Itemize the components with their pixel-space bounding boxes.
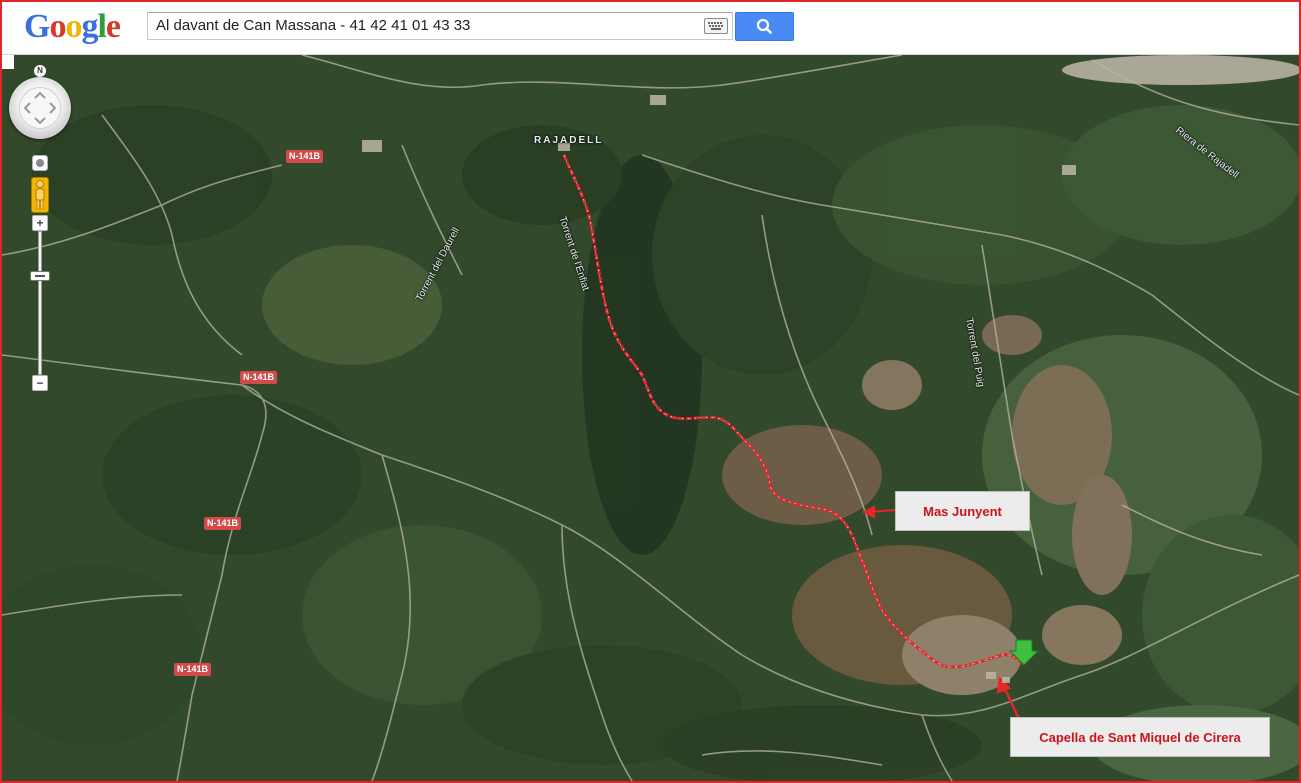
pan-control-icon[interactable] [9, 77, 71, 139]
logo-letter: e [105, 8, 121, 45]
callout-mas-junyent: Mas Junyent [895, 491, 1030, 531]
header-bar: Google Al davant de Can Massana - 41 42 … [2, 2, 1299, 55]
pegman-icon[interactable] [31, 177, 49, 213]
zoom-out-icon[interactable]: − [32, 375, 48, 391]
compass-north-label: N [34, 65, 46, 77]
reset-view-button[interactable] [32, 155, 48, 171]
map-navigation-control: N + − [7, 65, 79, 395]
pegman-figure [35, 180, 45, 210]
road-shield-n141b: N-141B [174, 663, 212, 676]
keyboard-icon[interactable] [704, 18, 728, 34]
zoom-slider-handle[interactable] [30, 271, 50, 281]
handle-grip [35, 275, 45, 277]
callout-capella-sant-miquel: Capella de Sant Miquel de Cirera [1010, 717, 1270, 757]
app-window: Google Al davant de Can Massana - 41 42 … [0, 0, 1301, 783]
road-shield-n141b: N-141B [204, 517, 242, 530]
road-shield-n141b: N-141B [240, 371, 278, 384]
place-label-rajadell: RAJADELL [534, 135, 604, 146]
dot-icon [36, 159, 44, 167]
pan-arrows [23, 91, 57, 125]
search-button[interactable] [735, 12, 794, 41]
search-icon [756, 18, 772, 34]
zoom-in-icon[interactable]: + [32, 215, 48, 231]
logo-letter: l [97, 8, 107, 45]
google-logo[interactable]: Google [24, 7, 121, 47]
logo-letter: G [24, 8, 50, 45]
satellite-map[interactable]: N-141B N-141B N-141B N-141B RAJADELL Tor… [2, 55, 1299, 781]
search-input-value: Al davant de Can Massana - 41 42 41 01 4… [156, 17, 471, 34]
logo-letter: o [49, 8, 66, 45]
logo-letter: o [65, 8, 82, 45]
road-shield-n141b: N-141B [286, 150, 324, 163]
pan-control-center[interactable] [19, 87, 61, 129]
zoom-slider-track[interactable] [38, 231, 42, 375]
logo-letter: g [81, 8, 98, 45]
search-input[interactable]: Al davant de Can Massana - 41 42 41 01 4… [147, 12, 733, 40]
corner-tab [2, 55, 14, 69]
